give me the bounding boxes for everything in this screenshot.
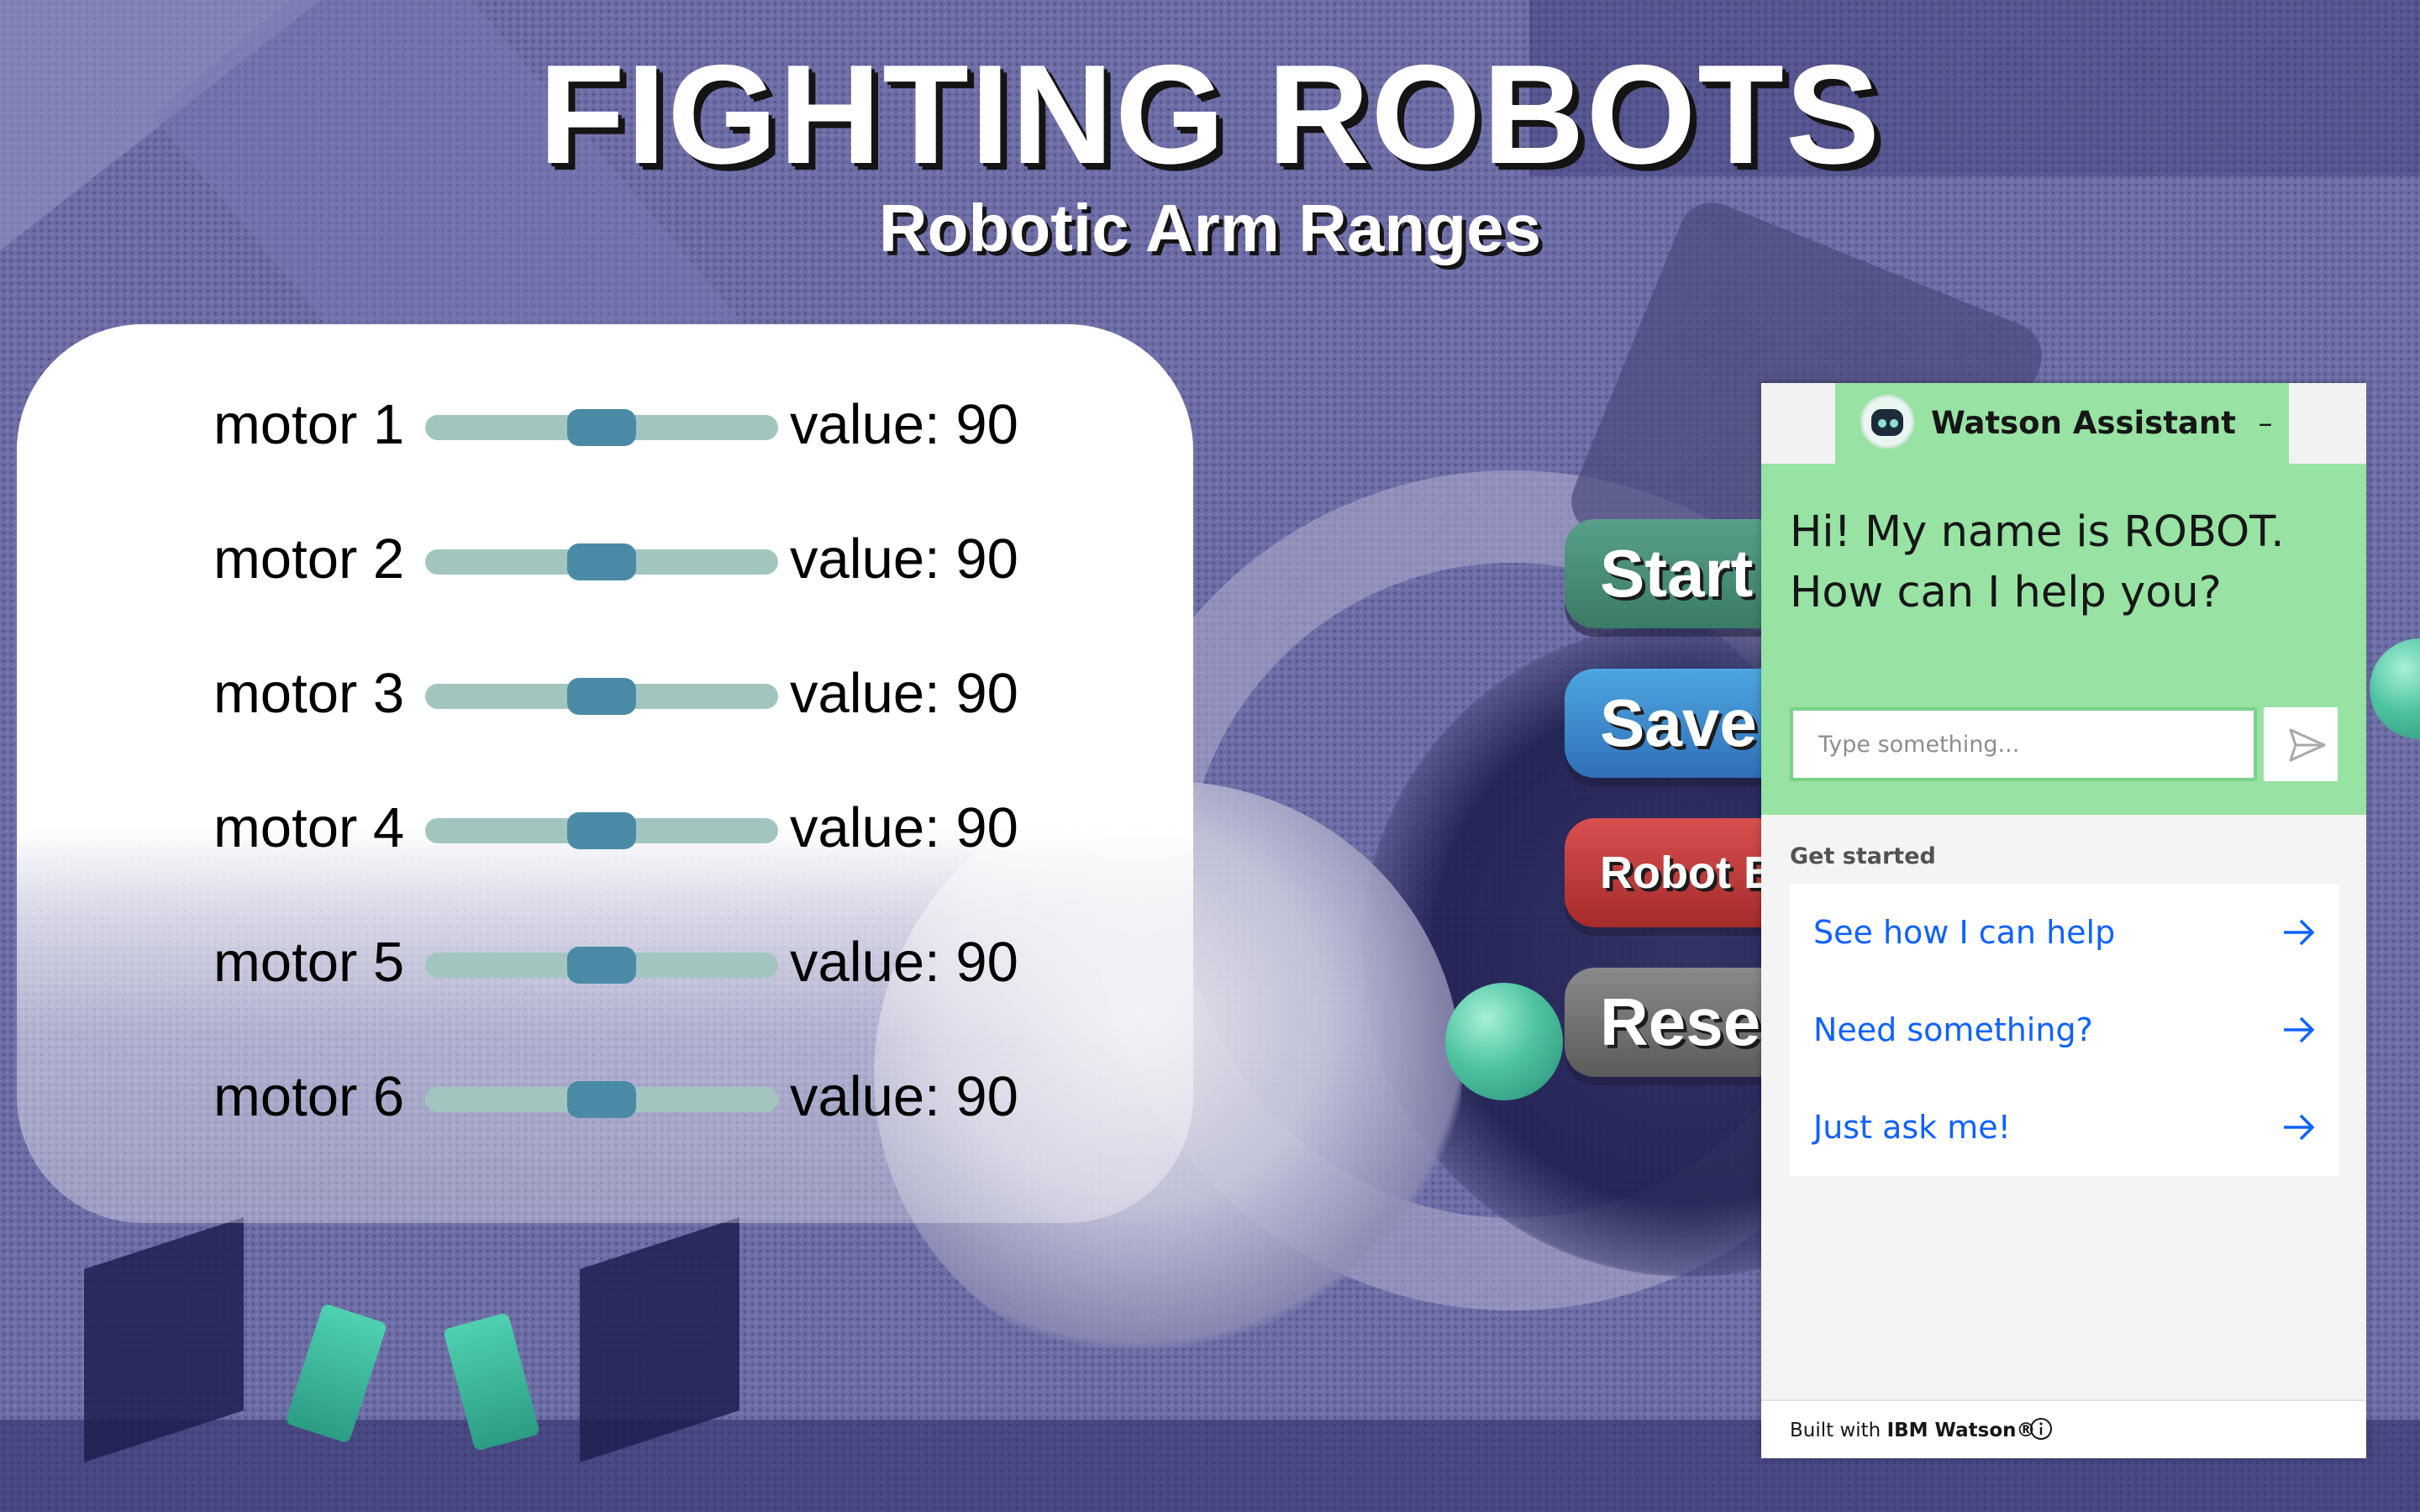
arrow-right-icon	[2284, 1016, 2315, 1043]
motor-slider-6[interactable]	[425, 1081, 778, 1118]
motor-row-3: motor 3 value: 90	[213, 660, 1054, 727]
arrow-right-icon	[2284, 1114, 2315, 1141]
avatar-head	[1871, 409, 1903, 436]
motor-label: motor 1	[213, 393, 405, 456]
suggestion-see-how-i-can-help[interactable]: See how I can help	[1790, 884, 2339, 981]
ibm-watson-brand: IBM Watson®	[1886, 1420, 2036, 1441]
send-icon	[2289, 728, 2326, 762]
slider-thumb[interactable]	[567, 409, 636, 446]
minimize-button[interactable]: –	[2249, 405, 2282, 442]
page-subtitle: Robotic Arm Ranges	[878, 191, 1542, 265]
watson-assistant-panel: Watson Assistant – Hi! My name is ROBOT.…	[1761, 383, 2366, 1458]
motor-row-2: motor 2 value: 90	[213, 526, 1054, 593]
assistant-footer: Built with IBM Watson®	[1761, 1399, 2366, 1458]
motor-controls-card: motor 1 value: 90 motor 2 value: 90 moto…	[17, 324, 1193, 1223]
motor-slider-2[interactable]	[425, 543, 778, 580]
page-title: FIGHTING ROBOTS	[539, 35, 1881, 193]
motor-value: value: 90	[790, 931, 1018, 994]
background-green-block	[284, 1303, 388, 1444]
slider-thumb[interactable]	[567, 678, 636, 715]
background-ball	[2370, 638, 2420, 739]
suggestion-need-something[interactable]: Need something?	[1790, 981, 2339, 1079]
motor-value: value: 90	[790, 393, 1018, 456]
built-with-prefix: Built with	[1790, 1420, 1887, 1441]
assistant-header: Watson Assistant –	[1761, 383, 2366, 464]
background-block	[84, 1217, 244, 1462]
background-ball	[1445, 983, 1563, 1100]
get-started-heading: Get started	[1790, 843, 1936, 869]
arrow-right-icon	[2284, 919, 2315, 946]
built-with-text: Built with IBM Watson®	[1790, 1420, 2036, 1441]
motor-value: value: 90	[790, 1065, 1018, 1128]
motor-slider-1[interactable]	[425, 409, 778, 446]
motor-row-6: motor 6 value: 90	[213, 1063, 1054, 1131]
suggestion-label: Just ask me!	[1813, 1109, 2011, 1146]
suggestion-just-ask-me[interactable]: Just ask me!	[1790, 1079, 2339, 1176]
send-button[interactable]	[2264, 707, 2338, 781]
motor-label: motor 6	[213, 1065, 405, 1128]
slider-thumb[interactable]	[567, 1081, 636, 1118]
motor-value: value: 90	[790, 796, 1018, 859]
assistant-greeting-area: Hi! My name is ROBOT. How can I help you…	[1761, 464, 2366, 815]
avatar-eye	[1878, 419, 1886, 428]
motor-slider-4[interactable]	[425, 812, 778, 849]
background-green-block	[442, 1312, 541, 1452]
suggestion-list: See how I can help Need something? Just …	[1790, 884, 2339, 1176]
assistant-title: Watson Assistant	[1931, 405, 2236, 441]
suggestion-label: Need something?	[1813, 1011, 2093, 1048]
motor-slider-5[interactable]	[425, 947, 778, 984]
motor-row-4: motor 4 value: 90	[213, 795, 1054, 862]
motor-label: motor 2	[213, 528, 405, 591]
motor-label: motor 3	[213, 662, 405, 725]
motor-label: motor 4	[213, 796, 405, 859]
background-block	[580, 1217, 739, 1462]
motor-value: value: 90	[790, 662, 1018, 725]
slider-thumb[interactable]	[567, 812, 636, 849]
message-input[interactable]	[1790, 707, 2257, 781]
suggestion-label: See how I can help	[1813, 914, 2116, 951]
slider-thumb[interactable]	[567, 543, 636, 580]
motor-row-1: motor 1 value: 90	[213, 391, 1054, 459]
avatar-eye	[1890, 419, 1898, 428]
slider-thumb[interactable]	[567, 947, 636, 984]
robot-avatar-icon	[1860, 395, 1914, 449]
motor-label: motor 5	[213, 931, 405, 994]
assistant-greeting: Hi! My name is ROBOT. How can I help you…	[1790, 507, 2285, 617]
motor-row-5: motor 5 value: 90	[213, 929, 1054, 996]
info-icon[interactable]	[2028, 1416, 2054, 1441]
motor-slider-3[interactable]	[425, 678, 778, 715]
motor-value: value: 90	[790, 528, 1018, 591]
